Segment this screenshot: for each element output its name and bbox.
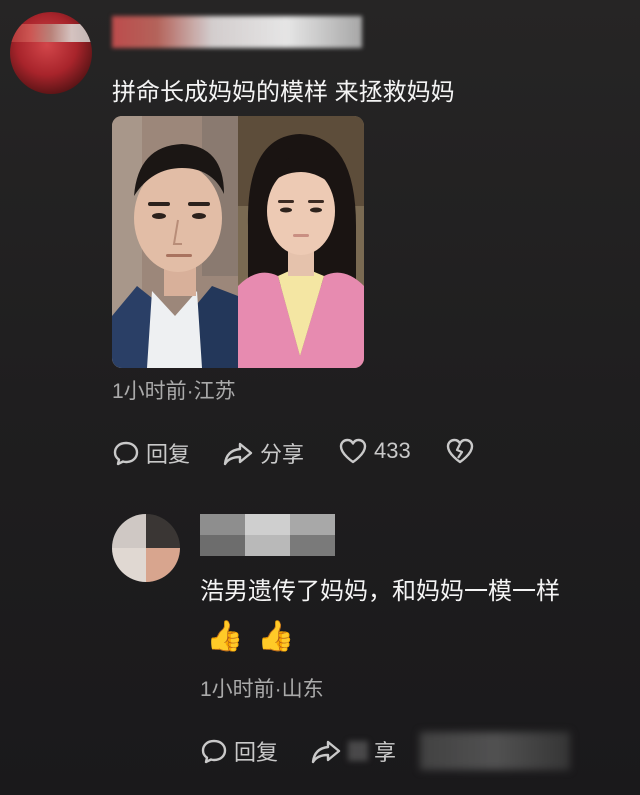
reply-avatar[interactable] <box>112 514 180 582</box>
reply-name-blurred <box>200 514 335 556</box>
watermark-blur <box>420 732 570 770</box>
commenter-name-blurred <box>112 16 362 48</box>
comment-image[interactable] <box>112 116 364 368</box>
comment-bubble-icon <box>200 737 228 765</box>
commenter-avatar[interactable] <box>10 12 92 94</box>
thumbs-up-icon: 👍 <box>206 620 244 653</box>
dislike-button[interactable] <box>445 437 475 465</box>
thumbs-up-icon: 👍 <box>257 620 295 653</box>
reply-emoji-row: 👍 👍 <box>206 620 295 654</box>
like-button[interactable]: 433 <box>338 437 411 465</box>
share-label-blur <box>348 741 368 761</box>
comment-meta: 1小时前·江苏 <box>112 380 236 403</box>
photo-man <box>112 116 238 368</box>
reply-button[interactable]: 回复 <box>112 437 190 469</box>
share-button[interactable]: 分享 <box>222 437 304 469</box>
reply-meta: 1小时前·山东 <box>200 678 324 701</box>
share-arrow-icon <box>222 439 254 467</box>
reply-text: 浩男遗传了妈妈，和妈妈一模一样 <box>200 578 560 605</box>
share-label: 享 <box>374 740 397 765</box>
reply-share-button[interactable]: 享 <box>310 735 396 767</box>
broken-heart-icon <box>445 437 475 465</box>
like-count: 433 <box>374 438 411 463</box>
share-arrow-icon <box>310 737 342 765</box>
reply-reply-button[interactable]: 回复 <box>200 735 278 767</box>
comment-text: 拼命长成妈妈的模样 来拯救妈妈 <box>112 79 455 106</box>
reply-label: 回复 <box>234 740 279 765</box>
reply-label: 回复 <box>146 442 191 467</box>
photo-woman <box>238 116 364 368</box>
heart-outline-icon <box>338 437 368 465</box>
share-label: 分享 <box>260 442 305 467</box>
comment-bubble-icon <box>112 439 140 467</box>
